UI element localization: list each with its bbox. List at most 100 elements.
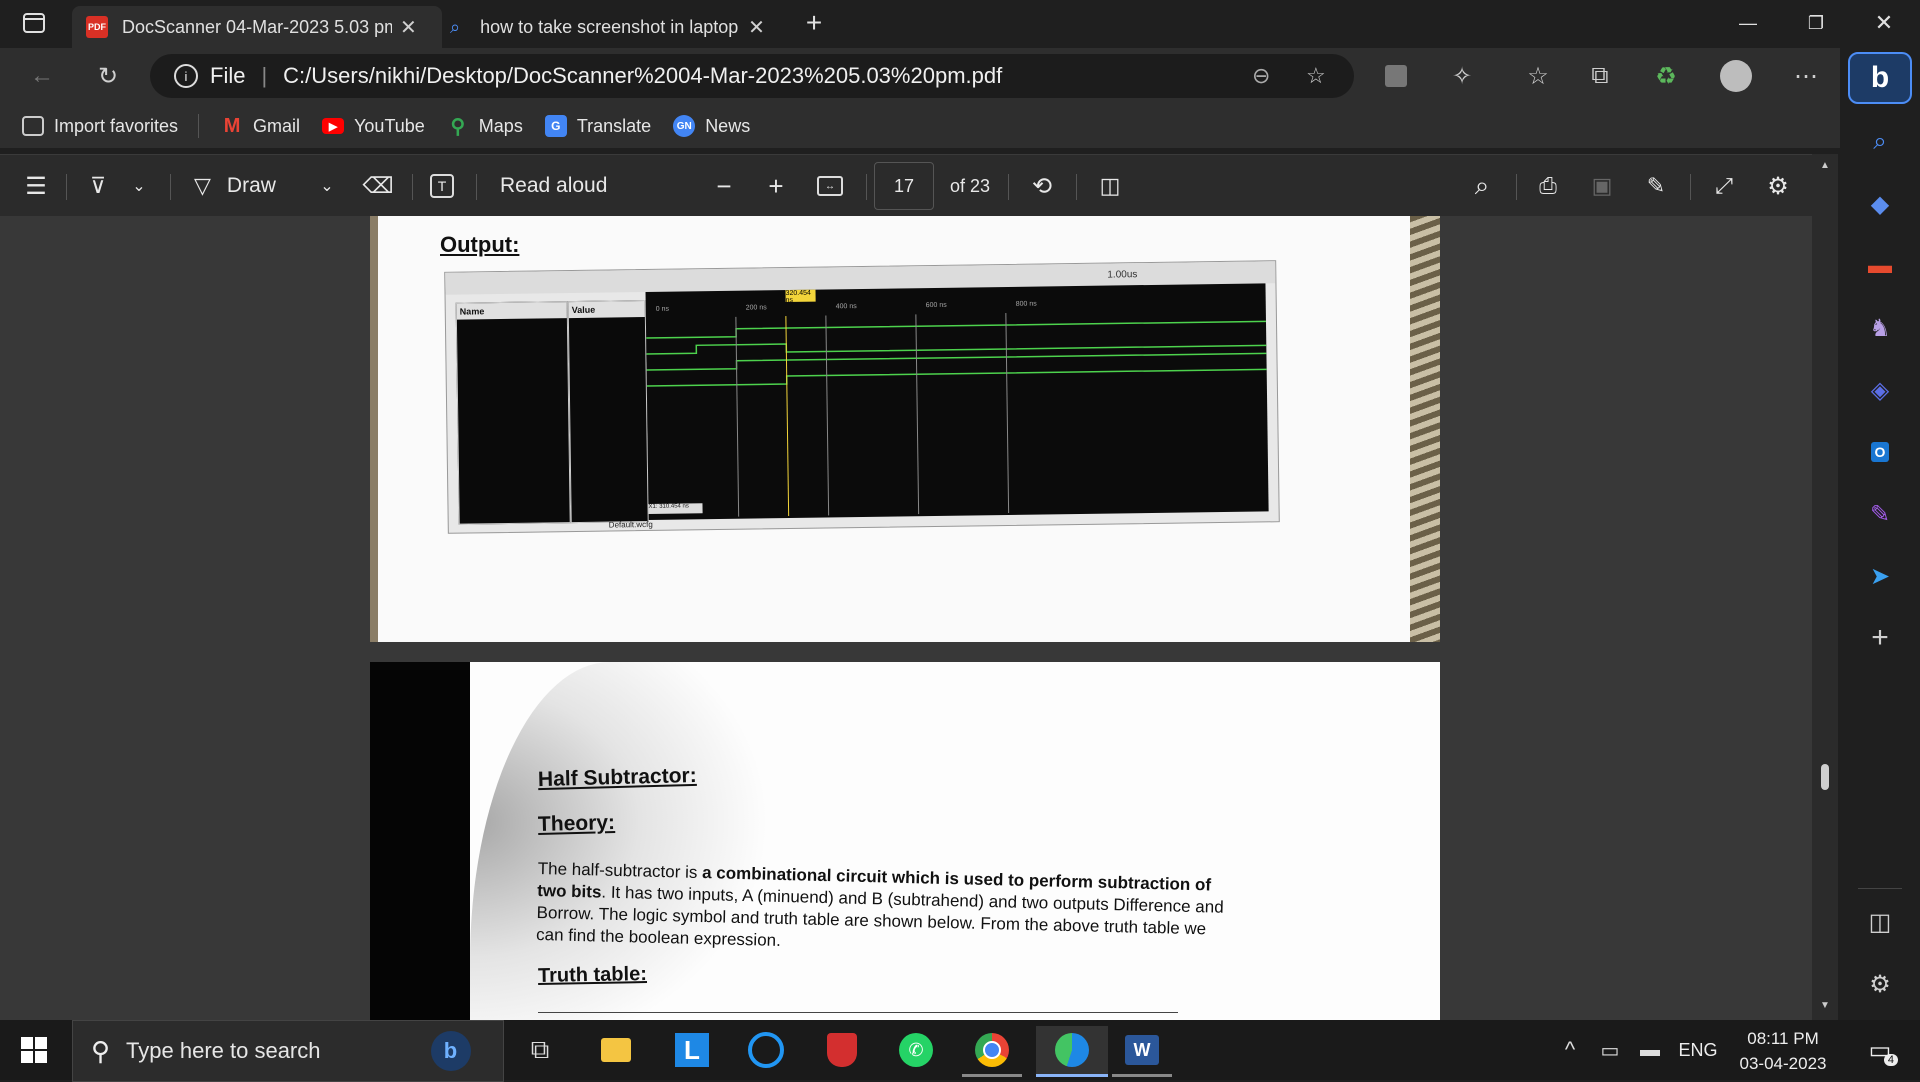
- tick-label: 200 ns: [745, 304, 767, 312]
- tab-strip: PDF DocScanner 04-Mar-2023 5.03 pm ✕ ⌕ h…: [0, 0, 1920, 48]
- scroll-down-icon[interactable]: ▼: [1820, 1000, 1830, 1011]
- search-icon[interactable]: ⌕: [1860, 122, 1900, 162]
- hide-sidebar-icon[interactable]: ◫: [1860, 902, 1900, 942]
- extensions-puzzle-icon[interactable]: ✧: [1442, 58, 1482, 94]
- tab-actions-icon[interactable]: [6, 0, 62, 46]
- scheme-label: File: [210, 63, 246, 88]
- close-window-button[interactable]: ✕: [1850, 0, 1918, 46]
- settings-icon[interactable]: ⚙: [1758, 155, 1798, 217]
- scroll-thumb[interactable]: [1821, 764, 1829, 790]
- favorites-icon[interactable]: ☆: [1518, 58, 1558, 94]
- windows-start-icon[interactable]: [4, 1026, 64, 1074]
- designer-icon[interactable]: ✎: [1860, 494, 1900, 534]
- search-icon: ⚲: [91, 1035, 111, 1066]
- edge-icon[interactable]: [1036, 1026, 1108, 1077]
- send-icon[interactable]: ➤: [1860, 556, 1900, 596]
- notifications-icon[interactable]: ▭ 4: [1850, 1026, 1910, 1074]
- vertical-scrollbar[interactable]: ▲ ▼: [1812, 154, 1838, 1020]
- cortana-icon[interactable]: [736, 1026, 796, 1074]
- tab-title: DocScanner 04-Mar-2023 5.03 pm: [122, 16, 392, 37]
- draw-icon: ▽: [194, 173, 211, 198]
- fullscreen-icon[interactable]: ⤢: [1704, 155, 1744, 217]
- fav-import[interactable]: Import favorites: [22, 116, 178, 137]
- toolbar-separator: [66, 174, 67, 200]
- favorites-bar: Import favorites M Gmail ▶ YouTube ⚲ Maps G…: [0, 104, 1840, 148]
- fav-maps[interactable]: ⚲ Maps: [447, 115, 522, 138]
- print-icon[interactable]: ⎙: [1528, 155, 1568, 217]
- sidebar-divider: [1858, 888, 1902, 889]
- fav-gmail[interactable]: M Gmail: [221, 115, 300, 137]
- table-border: [538, 1012, 1178, 1013]
- sidebar-settings-icon[interactable]: ⚙: [1860, 964, 1900, 1004]
- profile-avatar[interactable]: [1716, 58, 1756, 94]
- close-tab-icon[interactable]: ✕: [748, 15, 765, 40]
- fav-youtube[interactable]: ▶ YouTube: [322, 116, 425, 137]
- chrome-icon[interactable]: [962, 1026, 1022, 1077]
- chevron-up-icon[interactable]: ^: [1552, 1026, 1588, 1074]
- minimize-button[interactable]: —: [1714, 0, 1782, 46]
- tab-docscanner[interactable]: PDF DocScanner 04-Mar-2023 5.03 pm ✕: [72, 6, 442, 48]
- pdf-viewer[interactable]: Output: 1.00us Name Value 320.454 ns 0 n…: [0, 216, 1812, 1020]
- whatsapp-icon[interactable]: ✆: [886, 1026, 946, 1074]
- save-as-icon[interactable]: ✎: [1636, 155, 1676, 217]
- battery-icon[interactable]: ▬: [1632, 1026, 1668, 1074]
- zoom-out-button[interactable]: −: [704, 155, 744, 217]
- taskbar-search-box[interactable]: ⚲ Type here to search b: [72, 1020, 504, 1082]
- add-favorite-icon[interactable]: ☆: [1306, 63, 1326, 89]
- games-icon[interactable]: ♞: [1860, 308, 1900, 348]
- gmail-icon: M: [223, 114, 241, 137]
- tab-search[interactable]: ⌕ how to take screenshot in laptop ✕: [440, 6, 790, 48]
- l-app-icon[interactable]: L: [662, 1026, 722, 1074]
- chevron-down-icon[interactable]: ⌄: [312, 155, 342, 217]
- page-number-input[interactable]: 17: [874, 155, 934, 217]
- pdf-page-17: Output: 1.00us Name Value 320.454 ns 0 n…: [370, 216, 1440, 642]
- performance-icon[interactable]: ♻: [1646, 58, 1686, 94]
- back-button[interactable]: ←: [22, 58, 62, 94]
- task-view-icon[interactable]: ⧉: [510, 1026, 570, 1074]
- outlook-icon[interactable]: O: [1860, 432, 1900, 472]
- scroll-up-icon[interactable]: ▲: [1820, 160, 1830, 171]
- office-icon[interactable]: ◈: [1860, 370, 1900, 410]
- extension-icon[interactable]: [1376, 58, 1416, 94]
- read-aloud-button[interactable]: Read aloud: [500, 155, 630, 217]
- network-icon[interactable]: ▭: [1592, 1026, 1628, 1074]
- fav-label: YouTube: [354, 115, 425, 136]
- eraser-icon[interactable]: ⌫: [358, 155, 398, 217]
- tools-icon[interactable]: ▬: [1860, 246, 1900, 286]
- add-sidebar-app-icon[interactable]: +: [1860, 618, 1900, 658]
- fit-page-icon[interactable]: ↔: [810, 155, 850, 217]
- word-icon[interactable]: W: [1112, 1026, 1172, 1077]
- zoom-out-icon[interactable]: ⊖: [1252, 63, 1270, 89]
- zoom-in-button[interactable]: +: [756, 155, 796, 217]
- more-menu-icon[interactable]: ⋯: [1786, 58, 1826, 94]
- mcafee-icon[interactable]: [812, 1026, 872, 1074]
- pdf-icon: PDF: [86, 16, 108, 38]
- address-bar[interactable]: i File | C:/Users/nikhi/Desktop/DocScann…: [150, 54, 1354, 98]
- tick-label: 0 ns: [655, 305, 670, 313]
- collections-icon[interactable]: ⧉: [1580, 58, 1620, 94]
- fav-translate[interactable]: G Translate: [544, 115, 651, 137]
- clock[interactable]: 08:11 PM 03-04-2023: [1728, 1026, 1838, 1076]
- bing-chat-icon[interactable]: b: [1848, 52, 1912, 104]
- contents-icon[interactable]: ☰: [16, 155, 56, 217]
- refresh-button[interactable]: ↻: [88, 58, 128, 94]
- save-icon[interactable]: ▣: [1582, 155, 1622, 217]
- bing-icon[interactable]: b: [430, 1031, 471, 1071]
- fav-news[interactable]: GN News: [673, 115, 750, 137]
- close-tab-icon[interactable]: ✕: [400, 15, 417, 40]
- restore-button[interactable]: ❐: [1782, 0, 1850, 46]
- navigation-bar: ← ↻ i File | C:/Users/nikhi/Desktop/DocS…: [0, 48, 1840, 104]
- shopping-tag-icon[interactable]: ◆: [1860, 184, 1900, 224]
- text-box-icon[interactable]: T: [424, 155, 460, 217]
- info-icon: i: [174, 64, 198, 88]
- page-view-icon[interactable]: ◫: [1090, 155, 1130, 217]
- search-icon[interactable]: ⌕: [1462, 155, 1502, 217]
- tick-label: 800 ns: [1015, 300, 1037, 308]
- rotate-icon[interactable]: ⟲: [1022, 155, 1062, 217]
- file-explorer-icon[interactable]: [586, 1026, 646, 1074]
- chevron-down-icon[interactable]: ⌄: [124, 155, 154, 217]
- language-indicator[interactable]: ENG: [1670, 1026, 1726, 1074]
- highlight-icon[interactable]: ⊽: [78, 155, 118, 217]
- new-tab-button[interactable]: +: [788, 0, 840, 46]
- photo-edge: [370, 216, 378, 642]
